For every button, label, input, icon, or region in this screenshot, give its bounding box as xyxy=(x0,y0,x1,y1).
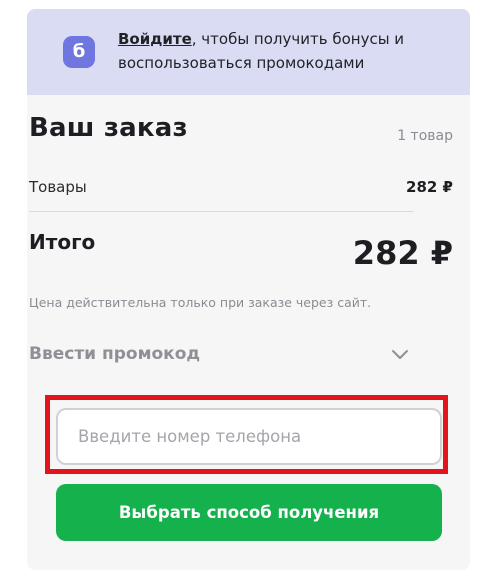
items-count: 1 товар xyxy=(397,128,453,144)
promo-code-label: Ввести промокод xyxy=(29,344,201,364)
goods-label: Товары xyxy=(29,178,87,196)
phone-input[interactable] xyxy=(56,408,442,465)
order-title: Ваш заказ xyxy=(29,113,188,143)
login-link[interactable]: Войдите xyxy=(118,30,192,48)
login-banner: б Войдите, чтобы получить бонусы и воспо… xyxy=(27,9,470,95)
promo-code-toggle[interactable]: Ввести промокод xyxy=(29,338,414,368)
divider xyxy=(29,211,414,212)
total-label: Итого xyxy=(29,230,96,254)
price-note: Цена действительна только при заказе чер… xyxy=(29,295,372,310)
goods-value: 282 ₽ xyxy=(406,178,453,196)
choose-delivery-button[interactable]: Выбрать способ получения xyxy=(56,484,442,541)
bonus-logo-icon: б xyxy=(63,36,95,68)
total-value: 282 ₽ xyxy=(352,234,453,272)
chevron-down-icon xyxy=(392,350,408,359)
login-banner-text: Войдите, чтобы получить бонусы и восполь… xyxy=(118,27,448,75)
